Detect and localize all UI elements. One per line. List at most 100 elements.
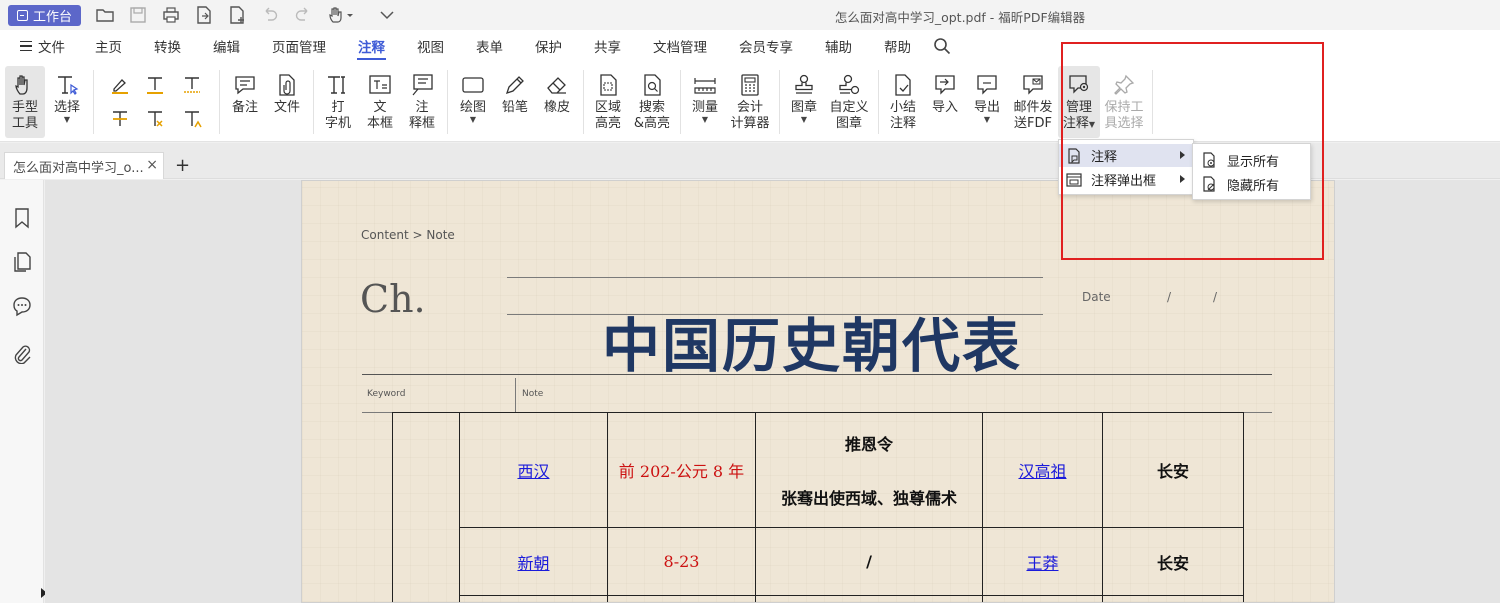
menu-convert[interactable]: 转换: [138, 30, 197, 62]
dropdown-item-popups[interactable]: 注释弹出框: [1059, 168, 1193, 191]
pages-icon[interactable]: [11, 251, 33, 273]
export-icon[interactable]: [194, 5, 214, 25]
redo-icon[interactable]: [293, 5, 313, 25]
textbox-label-2: 本框: [366, 116, 393, 131]
submenu-hide-all[interactable]: 隐藏所有: [1193, 172, 1310, 196]
search-highlight-label-2: &高亮: [633, 116, 671, 131]
document-tab[interactable]: 怎么面对高中学习_o... ×: [4, 152, 164, 179]
menu-assist[interactable]: 辅助: [809, 30, 868, 62]
manage-comments-button[interactable]: 管理 注释▼: [1058, 66, 1100, 138]
file-attach-button[interactable]: 文件: [268, 66, 306, 138]
custom-stamp-button[interactable]: 自定义 图章: [826, 66, 872, 138]
area-highlight-button[interactable]: 区域 高亮: [589, 66, 627, 138]
hand-tool-button[interactable]: 手型 工具: [5, 66, 45, 138]
workbench-button[interactable]: 工作台: [8, 4, 82, 26]
hand-dropdown-icon[interactable]: [326, 5, 354, 25]
dropdown-item-comments[interactable]: 注释: [1059, 144, 1193, 167]
export-comments-button[interactable]: 导出 ▼: [968, 66, 1006, 138]
keep-tool-selected-button[interactable]: 保持工 具选择: [1103, 66, 1145, 138]
keyword-label: Keyword: [367, 389, 406, 399]
import-button[interactable]: 导入: [926, 66, 964, 138]
table-cell-event: /: [755, 527, 983, 596]
menu-help[interactable]: 帮助: [868, 30, 927, 62]
menu-comment[interactable]: 注释: [342, 30, 401, 62]
menu-protect[interactable]: 保护: [519, 30, 578, 62]
more-dropdown-icon[interactable]: [377, 5, 397, 25]
email-fdf-button[interactable]: 邮件发 送FDF: [1010, 66, 1056, 138]
table-cell-founder: 王莽: [982, 527, 1103, 596]
menu-doc-manage[interactable]: 文档管理: [637, 30, 723, 62]
summarize-button[interactable]: 小结 注释: [884, 66, 922, 138]
strikeout-text-icon[interactable]: [107, 106, 133, 132]
table-row: 新朝 8-23 / 王莽 长安: [393, 527, 1244, 596]
pencil-button[interactable]: 铅笔: [496, 66, 534, 138]
email-fdf-label-1: 邮件发: [1013, 100, 1053, 115]
menu-file[interactable]: 文件: [0, 30, 79, 62]
ribbon-separator: [680, 70, 681, 134]
squiggly-text-icon[interactable]: [179, 72, 205, 98]
note-label: Note: [522, 389, 544, 399]
pdf-page[interactable]: Content > Note Ch. Date // 中国历史朝代表 Keywo…: [301, 180, 1335, 603]
replace-text-icon[interactable]: [142, 106, 168, 132]
dynasty-link[interactable]: 新朝: [517, 554, 549, 573]
add-tab-icon[interactable]: +: [175, 155, 190, 176]
callout-label-1: 注: [415, 100, 429, 115]
underline-text-icon[interactable]: [142, 72, 168, 98]
search-highlight-button[interactable]: 搜索 &高亮: [631, 66, 673, 138]
textbox-button[interactable]: 文 本框: [361, 66, 399, 138]
file-attach-icon: [274, 70, 300, 100]
insert-text-icon[interactable]: [179, 106, 205, 132]
comments-icon[interactable]: [11, 295, 33, 317]
table-cell-dynasty: 西汉: [459, 412, 608, 528]
table-cell-empty: [1102, 595, 1244, 602]
drawing-button[interactable]: 绘图 ▼: [454, 66, 492, 138]
note-button[interactable]: 备注: [226, 66, 264, 138]
menu-home[interactable]: 主页: [79, 30, 138, 62]
callout-button[interactable]: 注 释框: [403, 66, 441, 138]
bookmark-icon[interactable]: [11, 207, 33, 229]
table-row: 西汉 前 202-公元 8 年 推恩令 张骞出使西域、独尊儒术 汉高祖 长安: [392, 412, 1244, 602]
print-icon[interactable]: [161, 5, 181, 25]
callout-label-2: 释框: [408, 116, 435, 131]
open-folder-icon[interactable]: [95, 5, 115, 25]
stamp-button[interactable]: 图章 ▼: [785, 66, 823, 138]
submenu-show-all[interactable]: 显示所有: [1193, 148, 1310, 172]
founder-link[interactable]: 王莽: [1026, 554, 1058, 573]
select-tool-button[interactable]: 选择 ▼: [48, 66, 86, 138]
menu-edit[interactable]: 编辑: [197, 30, 256, 62]
rectangle-icon: [460, 70, 486, 100]
table-cell-empty: [459, 595, 608, 602]
undo-icon[interactable]: [260, 5, 280, 25]
menu-view[interactable]: 视图: [401, 30, 460, 62]
select-tool-caret: ▼: [63, 115, 71, 124]
ribbon-separator: [313, 70, 314, 134]
ribbon-separator: [219, 70, 220, 134]
measure-button[interactable]: 测量 ▼: [686, 66, 724, 138]
title-underline: [362, 374, 1272, 375]
attachment-icon[interactable]: [11, 342, 33, 365]
founder-link[interactable]: 汉高祖: [1018, 462, 1066, 481]
pencil-icon: [502, 70, 528, 100]
save-icon[interactable]: [128, 5, 148, 25]
new-file-icon[interactable]: [227, 5, 247, 25]
table-cell-period: 前 202-公元 8 年: [607, 412, 756, 528]
ribbon-separator: [93, 70, 94, 134]
textbox-label-1: 文: [373, 100, 387, 115]
dynasty-link[interactable]: 西汉: [517, 462, 549, 481]
search-icon[interactable]: [933, 37, 951, 55]
measure-label: 测量: [691, 100, 718, 115]
eraser-button[interactable]: 橡皮: [538, 66, 576, 138]
custom-stamp-label-2: 图章: [835, 116, 862, 131]
menu-form[interactable]: 表单: [460, 30, 519, 62]
close-tab-icon[interactable]: ×: [146, 157, 158, 173]
show-all-icon: [1203, 152, 1215, 168]
highlight-text-icon[interactable]: [107, 72, 133, 98]
typewriter-button[interactable]: 打 字机: [319, 66, 357, 138]
menu-member[interactable]: 会员专享: [723, 30, 809, 62]
custom-stamp-icon: [836, 70, 862, 100]
pencil-label: 铅笔: [501, 100, 528, 115]
keep-tool-label-1: 保持工: [1104, 100, 1144, 115]
menu-share[interactable]: 共享: [578, 30, 637, 62]
calculator-button[interactable]: 会计 计算器: [727, 66, 773, 138]
menu-page-manage[interactable]: 页面管理: [256, 30, 342, 62]
